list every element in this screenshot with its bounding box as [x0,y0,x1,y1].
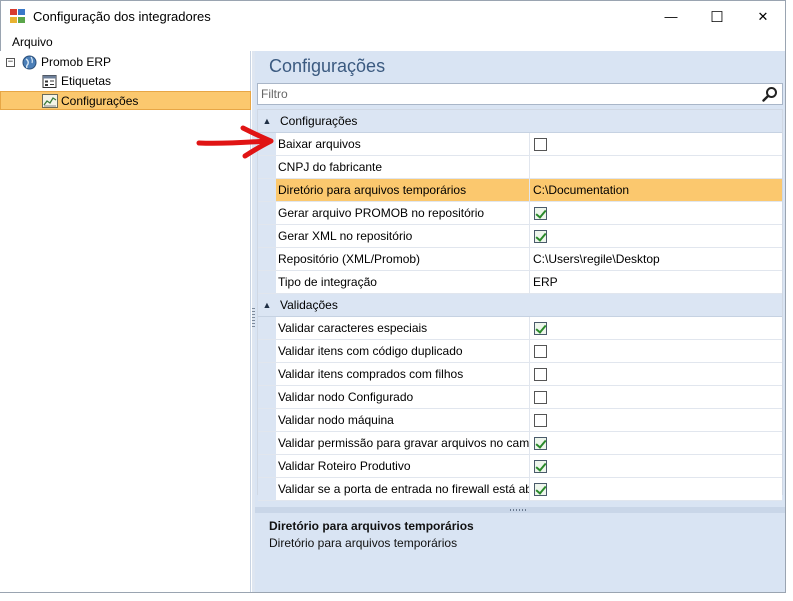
category-validacoes[interactable]: ▲ Validações [258,294,782,317]
menu-bar: Arquivo [1,33,785,52]
description-splitter-grip[interactable] [510,509,526,511]
property-row-validar-configurado[interactable]: Validar nodo Configurado [258,386,782,409]
property-row-validar-roteiro[interactable]: Validar Roteiro Produtivo [258,455,782,478]
property-row-validar-caracteres[interactable]: Validar caracteres especiais [258,317,782,340]
validar-roteiro-checkbox[interactable] [534,459,547,473]
label-icon [42,75,57,88]
property-row-gerar-arquivo-promob[interactable]: Gerar arquivo PROMOB no repositório [258,202,782,225]
property-name: Gerar arquivo PROMOB no repositório [276,202,530,224]
property-row-repositorio[interactable]: Repositório (XML/Promob) C:\Users\regile… [258,248,782,271]
property-name: Gerar XML no repositório [276,225,530,247]
search-icon[interactable] [762,86,778,102]
category-label: Configurações [280,114,358,128]
window-title: Configuração dos integradores [33,9,211,24]
property-name: Baixar arquivos [276,133,530,155]
property-value[interactable]: C:\Users\regile\Desktop [530,248,782,270]
property-row-validar-comprados[interactable]: Validar itens comprados com filhos [258,363,782,386]
validar-configurado-checkbox[interactable] [534,390,547,404]
property-value[interactable]: C:\Documentation [530,179,782,201]
validar-comprados-checkbox[interactable] [534,367,547,381]
property-row-tipo-integracao[interactable]: Tipo de integração ERP [258,271,782,294]
page-title: Configurações [269,56,386,76]
property-name: Repositório (XML/Promob) [276,248,530,270]
property-name: Validar permissão para gravar arquivos n… [276,432,530,454]
validar-duplicado-checkbox[interactable] [534,344,547,358]
property-row-gerar-xml[interactable]: Gerar XML no repositório [258,225,782,248]
description-title: Diretório para arquivos temporários [269,519,474,533]
property-row-validar-maquina[interactable]: Validar nodo máquina [258,409,782,432]
baixar-arquivos-checkbox[interactable] [534,137,547,151]
title-bar[interactable]: Configuração dos integradores — ☐ ✕ [1,1,785,32]
chart-icon [42,94,58,108]
property-name: Diretório para arquivos temporários [276,179,530,201]
filter-box [257,83,783,105]
property-name: Tipo de integração [276,271,530,293]
minimize-button[interactable]: — [648,1,694,32]
description-text: Diretório para arquivos temporários [269,536,458,550]
property-name: Validar nodo Configurado [276,386,530,408]
filter-input[interactable] [261,86,751,102]
validar-firewall-checkbox[interactable] [534,482,547,496]
navigation-tree: − Promob ERP Etiquetas Configurações [0,51,251,592]
property-value[interactable]: ERP [530,271,782,293]
collapse-category-icon[interactable]: ▲ [258,300,276,310]
validar-maquina-checkbox[interactable] [534,413,547,427]
gerar-arquivo-promob-checkbox[interactable] [534,206,547,220]
property-row-baixar-arquivos[interactable]: Baixar arquivos [258,133,782,156]
property-row-cnpj[interactable]: CNPJ do fabricante [258,156,782,179]
tree-node-configuracoes[interactable]: Configurações [0,91,251,110]
property-name: Validar caracteres especiais [276,317,530,339]
tree-node-promob-erp[interactable]: − Promob ERP [0,53,250,72]
validar-caracteres-checkbox[interactable] [534,321,547,335]
property-value[interactable] [530,156,782,178]
tree-node-label: Etiquetas [61,74,112,88]
property-grid: ▲ Configurações Baixar arquivos CNPJ do … [257,109,783,501]
app-icon [10,9,26,24]
category-label: Validações [280,298,338,312]
collapse-category-icon[interactable]: ▲ [258,116,276,126]
property-name: Validar itens comprados com filhos [276,363,530,385]
property-row-validar-duplicado[interactable]: Validar itens com código duplicado [258,340,782,363]
property-name: Validar itens com código duplicado [276,340,530,362]
property-name: Validar se a porta de entrada no firewal… [276,478,530,500]
collapse-icon[interactable]: − [6,58,15,67]
property-row-validar-firewall[interactable]: Validar se a porta de entrada no firewal… [258,478,782,501]
category-configuracoes[interactable]: ▲ Configurações [258,110,782,133]
tree-node-label: Promob ERP [41,55,112,69]
property-name: Validar nodo máquina [276,409,530,431]
minimize-icon: — [664,9,678,24]
property-row-validar-permissao[interactable]: Validar permissão para gravar arquivos n… [258,432,782,455]
validar-permissao-checkbox[interactable] [534,436,547,450]
menu-file[interactable]: Arquivo [12,35,53,49]
close-button[interactable]: ✕ [740,1,786,32]
tree-node-etiquetas[interactable]: Etiquetas [40,72,250,91]
gerar-xml-checkbox[interactable] [534,229,547,243]
maximize-button[interactable]: ☐ [694,1,740,32]
close-icon: ✕ [757,8,769,24]
maximize-icon: ☐ [710,8,724,26]
globe-icon [22,55,37,70]
description-panel: Diretório para arquivos temporários Dire… [255,513,785,592]
property-name: CNPJ do fabricante [276,156,530,178]
property-name: Validar Roteiro Produtivo [276,455,530,477]
tree-node-label: Configurações [61,94,139,108]
property-row-diretorio-temporarios[interactable]: Diretório para arquivos temporários C:\D… [258,179,782,202]
